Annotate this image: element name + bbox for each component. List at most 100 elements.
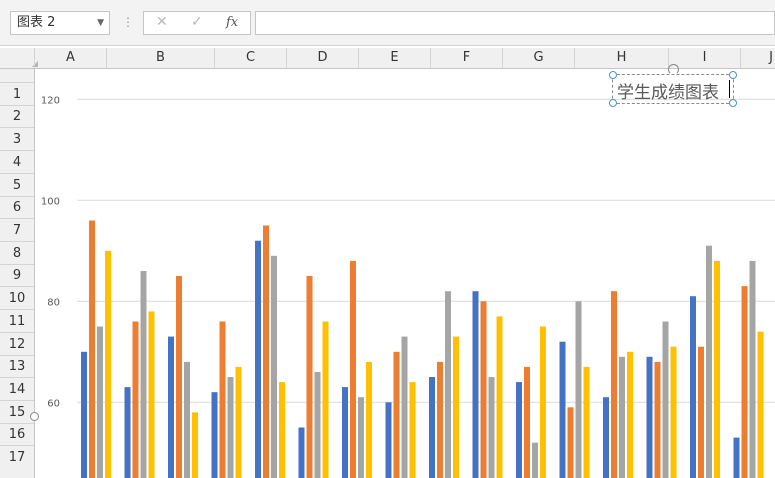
bar[interactable] (714, 260, 720, 478)
bar[interactable] (124, 387, 131, 478)
resize-handle-bottom-left[interactable] (609, 99, 617, 107)
row-header[interactable]: 2 (0, 105, 34, 127)
bar[interactable] (132, 321, 139, 478)
row-header[interactable]: 7 (0, 218, 34, 241)
row-header[interactable]: 16 (0, 423, 34, 445)
chart-title-box[interactable]: 学生成绩图表 (609, 71, 737, 107)
bar[interactable] (255, 240, 261, 478)
bar[interactable] (192, 412, 198, 478)
bar[interactable] (393, 351, 400, 478)
bar[interactable] (227, 377, 234, 478)
bar[interactable] (314, 372, 321, 478)
bar[interactable] (496, 316, 503, 478)
bar[interactable] (81, 351, 87, 478)
column-header[interactable]: G (502, 48, 574, 68)
column-header[interactable]: J (740, 48, 775, 68)
bar[interactable] (401, 336, 408, 478)
chart-plot-area[interactable]: 60 80 100 120 (35, 69, 775, 478)
resize-handle-bottom-right[interactable] (729, 99, 737, 107)
bar[interactable] (619, 356, 625, 478)
row-header[interactable]: 4 (0, 150, 34, 173)
resize-handle-top-left[interactable] (609, 71, 617, 79)
bar[interactable] (385, 402, 392, 478)
column-header[interactable]: D (286, 48, 358, 68)
bar[interactable] (559, 341, 566, 478)
bar[interactable] (184, 361, 190, 478)
chart-title[interactable]: 学生成绩图表 (617, 78, 719, 103)
bar[interactable] (298, 427, 305, 478)
bar[interactable] (690, 296, 696, 478)
bar[interactable] (148, 311, 155, 478)
bar[interactable] (358, 397, 364, 478)
bar[interactable] (524, 366, 530, 478)
bar[interactable] (453, 336, 459, 478)
bar[interactable] (654, 361, 661, 478)
bar[interactable] (540, 326, 546, 478)
bar[interactable] (627, 351, 633, 478)
bar[interactable] (89, 220, 95, 478)
row-header[interactable]: 17 (0, 445, 34, 468)
bar[interactable] (409, 382, 416, 478)
bar[interactable] (211, 392, 218, 478)
bar[interactable] (698, 346, 704, 478)
bar[interactable] (445, 291, 451, 478)
row-header[interactable]: 15 (0, 400, 34, 423)
bar[interactable] (235, 366, 242, 478)
bar[interactable] (741, 286, 748, 478)
enter-icon[interactable]: ✓ (191, 14, 203, 30)
cancel-icon[interactable]: ✕ (156, 14, 168, 30)
row-header[interactable]: 6 (0, 196, 34, 218)
row-header[interactable]: 1 (0, 82, 34, 105)
bar[interactable] (757, 331, 764, 478)
bar[interactable] (168, 336, 174, 478)
column-header[interactable]: I (668, 48, 740, 68)
row-header[interactable]: 11 (0, 309, 34, 332)
bar[interactable] (105, 250, 111, 478)
row-header[interactable]: 8 (0, 241, 34, 264)
row-header[interactable]: 13 (0, 355, 34, 377)
bar[interactable] (480, 301, 487, 478)
insert-function-icon[interactable]: fx (226, 15, 238, 30)
column-header[interactable]: F (430, 48, 502, 68)
bar[interactable] (706, 245, 712, 478)
bar[interactable] (670, 346, 677, 478)
column-header[interactable]: E (358, 48, 430, 68)
row-header[interactable]: 5 (0, 173, 34, 196)
column-header[interactable]: C (214, 48, 286, 68)
row-header[interactable]: 10 (0, 286, 34, 309)
formula-input[interactable] (255, 11, 775, 35)
bar[interactable] (532, 442, 538, 478)
bar[interactable] (472, 291, 479, 478)
bar[interactable] (263, 225, 269, 478)
name-box[interactable]: 图表 2 ▼ (10, 11, 110, 35)
bar[interactable] (322, 321, 329, 478)
row-header[interactable]: 9 (0, 264, 34, 286)
select-all-corner[interactable] (0, 48, 34, 68)
row-header[interactable]: 12 (0, 332, 34, 355)
bar[interactable] (437, 361, 443, 478)
bar[interactable] (749, 260, 756, 478)
row-header[interactable]: 3 (0, 127, 34, 150)
bar[interactable] (603, 397, 609, 478)
chevron-down-icon[interactable]: ▼ (97, 12, 104, 34)
bar[interactable] (140, 271, 147, 478)
bar[interactable] (350, 260, 356, 478)
bar[interactable] (575, 301, 582, 478)
bar[interactable] (97, 326, 103, 478)
bar[interactable] (662, 321, 669, 478)
bar[interactable] (366, 361, 372, 478)
row-header[interactable]: 14 (0, 377, 34, 400)
bar[interactable] (646, 356, 653, 478)
bar[interactable] (176, 276, 182, 478)
bar[interactable] (219, 321, 226, 478)
bar[interactable] (488, 377, 495, 478)
drag-handle-icon[interactable]: ⋮ (122, 14, 134, 30)
bar[interactable] (733, 437, 740, 478)
column-header[interactable]: A (34, 48, 106, 68)
bar[interactable] (567, 407, 574, 478)
bar[interactable] (429, 377, 435, 478)
resize-handle-top-right[interactable] (729, 71, 737, 79)
column-header[interactable]: H (574, 48, 668, 68)
bar[interactable] (516, 382, 522, 478)
bar[interactable] (611, 291, 617, 478)
